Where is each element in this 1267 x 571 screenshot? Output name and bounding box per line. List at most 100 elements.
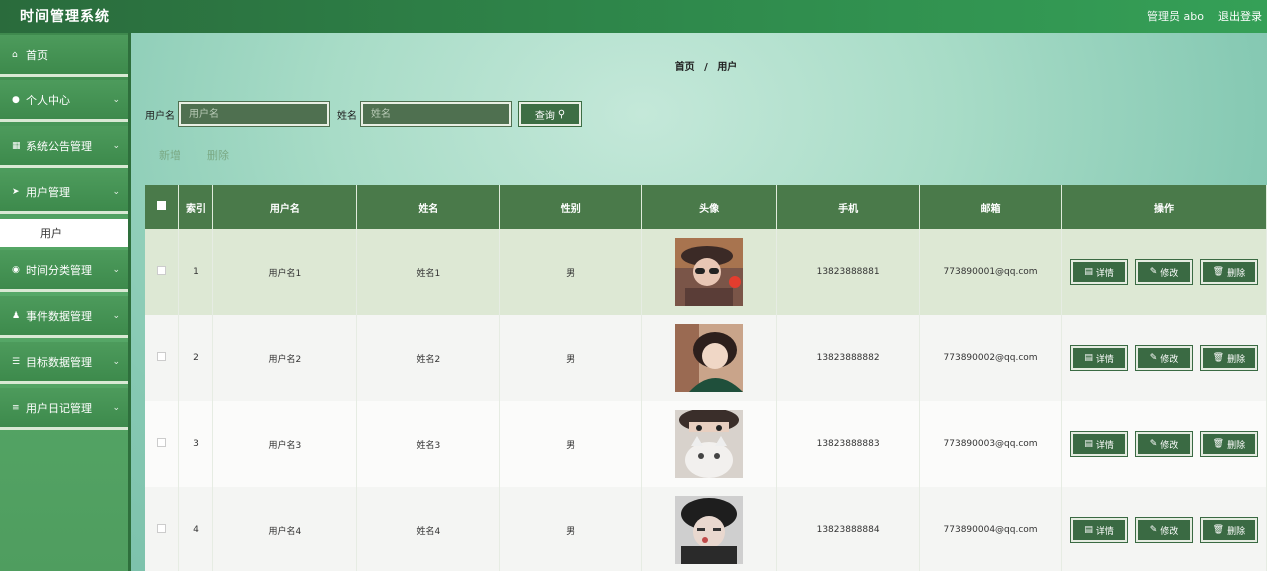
edit-icon: ✎ [1149,439,1158,449]
trash-icon: 🗑 [1212,353,1225,363]
table-header-row: 索引 用户名 姓名 性别 头像 手机 邮箱 操作 [145,185,1267,229]
delete-button[interactable]: 🗑 删除 [1199,259,1258,285]
sidebar-item-label: 时间分类管理 [26,263,92,277]
chevron-down-icon: ⌄ [112,356,120,367]
cell-name: 姓名2 [356,315,501,401]
detail-button[interactable]: ▤ 详情 [1070,517,1129,543]
detail-button[interactable]: ▤ 详情 [1070,345,1129,371]
cell-username: 用户名4 [212,487,358,571]
sidebar-item-label: 用户管理 [26,185,70,199]
search-button-label: 查询 [534,110,555,122]
delete-button[interactable]: 🗑 删除 [1199,517,1258,543]
sidebar-item-label: 首页 [26,48,48,62]
cell-name: 姓名4 [356,487,501,571]
user-table: 索引 用户名 姓名 性别 头像 手机 邮箱 操作 1 用户名1 姓名1 男 13… [145,185,1267,571]
name-input[interactable] [360,101,512,127]
cell-index: 3 [178,401,214,487]
sidebar-item-label: 事件数据管理 [26,309,92,323]
avatar [675,324,744,392]
column-header: 姓名 [356,185,501,229]
avatar [675,496,744,564]
cell-email: 773890001@qq.com [919,229,1063,315]
detail-icon: ▤ [1084,439,1093,449]
column-header: 头像 [641,185,778,229]
trash-icon: 🗑 [1212,267,1225,277]
top-bar: 时间管理系统 管理员 abo 退出登录 [0,0,1267,33]
select-all-header[interactable] [145,185,180,229]
sidebar: ⌂ 首页 ● 个人中心 ⌄ ▦ 系统公告管理 ⌄ ➤ 用户管理 ⌄ 用户 ◉ 时… [0,33,131,571]
send-icon: ➤ [12,186,20,197]
add-button[interactable]: 新增 [159,147,181,163]
edit-button[interactable]: ✎ 修改 [1135,345,1194,371]
avatar [675,238,744,306]
name-label: 姓名 [337,110,357,122]
cell-phone: 13823888882 [776,315,921,401]
cell-gender: 男 [499,315,643,401]
avatar [675,410,744,478]
cell-username: 用户名2 [212,315,358,401]
cell-index: 4 [178,487,214,571]
delete-button[interactable]: 🗑 删除 [1199,345,1258,371]
username-input[interactable] [178,101,330,127]
sidebar-item-label: 个人中心 [26,93,70,107]
edit-button[interactable]: ✎ 修改 [1135,517,1194,543]
edit-button[interactable]: ✎ 修改 [1135,259,1194,285]
select-all-checkbox[interactable] [157,201,167,210]
breadcrumb-home[interactable]: 首页 [675,62,695,73]
detail-icon: ▤ [1084,267,1093,277]
cell-name: 姓名3 [356,401,501,487]
pin-icon: ◉ [12,264,20,275]
row-checkbox[interactable] [157,524,167,533]
sliders-icon: ≡ [12,402,20,413]
chevron-down-icon: ⌄ [112,310,120,321]
cell-username: 用户名3 [212,401,358,487]
column-header: 索引 [178,185,214,229]
edit-button[interactable]: ✎ 修改 [1135,431,1194,457]
list-icon: ☰ [12,356,21,367]
sidebar-item-users[interactable]: ➤ 用户管理 ⌄ [0,172,128,214]
chevron-down-icon: ⌄ [112,186,120,197]
person-icon: ♟ [12,310,21,321]
sidebar-item-personal-center[interactable]: ● 个人中心 ⌄ [0,80,128,122]
sidebar-item-announcement[interactable]: ▦ 系统公告管理 ⌄ [0,126,128,168]
cell-phone: 13823888881 [776,229,921,315]
breadcrumb-current: 用户 [717,62,738,73]
sidebar-item-event-data[interactable]: ♟ 事件数据管理 ⌄ [0,296,128,338]
detail-button[interactable]: ▤ 详情 [1070,259,1129,285]
chevron-down-icon: ⌄ [112,94,120,105]
user-icon: ● [12,94,20,105]
sidebar-item-goal-data[interactable]: ☰ 目标数据管理 ⌄ [0,342,128,384]
logout-link[interactable]: 退出登录 [1218,8,1262,24]
sidebar-subitem-label: 用户 [40,227,62,240]
cell-gender: 男 [499,487,643,571]
cell-phone: 13823888883 [776,401,921,487]
sidebar-subitem-user[interactable]: 用户 [0,219,128,247]
cell-gender: 男 [499,229,643,315]
delete-button[interactable]: 🗑 删除 [1199,431,1258,457]
cell-index: 2 [178,315,214,401]
breadcrumb-separator: / [704,62,708,73]
search-icon: ⚲ [557,108,566,120]
table-row: 4 用户名4 姓名4 男 13823888884 773890004@qq.co… [145,487,1267,571]
chevron-down-icon: ⌄ [112,140,120,151]
sidebar-item-time-category[interactable]: ◉ 时间分类管理 ⌄ [0,250,128,292]
chevron-down-icon: ⌄ [112,264,120,275]
search-button[interactable]: 查询 ⚲ [518,101,582,127]
cell-email: 773890004@qq.com [919,487,1063,571]
edit-icon: ✎ [1149,353,1158,363]
batch-delete-button[interactable]: 删除 [207,147,229,163]
sidebar-item-home[interactable]: ⌂ 首页 [0,35,128,77]
cell-index: 1 [178,229,214,315]
detail-icon: ▤ [1084,525,1093,535]
sidebar-item-label: 用户日记管理 [26,401,92,415]
sidebar-item-label: 目标数据管理 [26,355,92,369]
row-checkbox[interactable] [157,266,167,275]
sidebar-item-diary[interactable]: ≡ 用户日记管理 ⌄ [0,388,128,430]
trash-icon: 🗑 [1212,439,1225,449]
row-checkbox[interactable] [157,352,167,361]
column-header: 手机 [776,185,921,229]
detail-button[interactable]: ▤ 详情 [1070,431,1129,457]
table-actions: 新增 删除 [159,147,229,163]
row-checkbox[interactable] [157,438,167,447]
grid-icon: ▦ [12,140,21,151]
